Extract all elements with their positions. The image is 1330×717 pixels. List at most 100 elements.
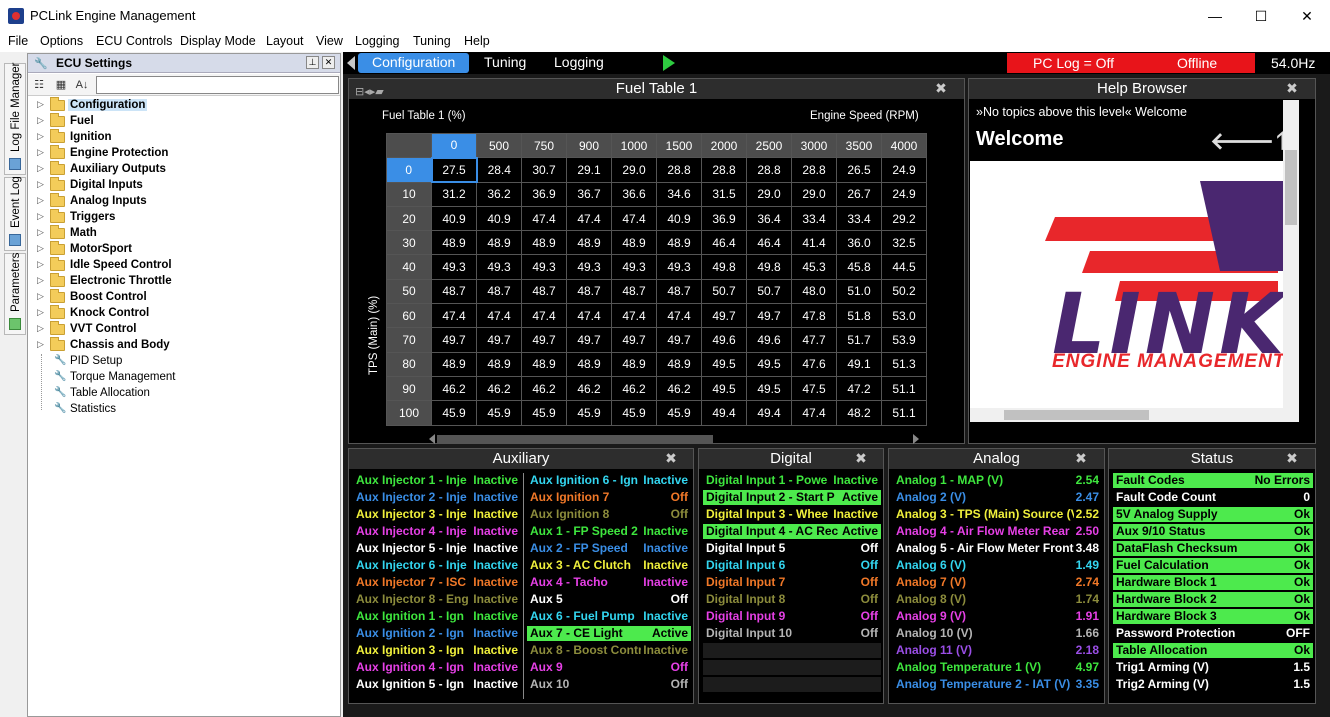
horizontal-scrollbar[interactable]	[429, 434, 919, 444]
fuel-cell[interactable]: 28.4	[476, 157, 522, 183]
fuel-cell[interactable]: 48.9	[521, 230, 567, 256]
rpm-header-cell[interactable]: 0	[431, 132, 477, 159]
fuel-cell[interactable]: 48.7	[566, 278, 612, 305]
tree-folder-row[interactable]: ▷ Digital Inputs	[28, 177, 340, 194]
fuel-cell[interactable]: 33.4	[836, 205, 882, 232]
fuel-cell[interactable]: 51.0	[836, 278, 882, 305]
fuel-cell[interactable]: 49.3	[431, 254, 477, 280]
rpm-header-cell[interactable]: 900	[566, 132, 612, 159]
fuel-cell[interactable]: 48.9	[431, 351, 477, 377]
fuel-table-grid[interactable]: 0 500 750 900 1000 1500 2000 2500 3000 3500 4000 0 2…	[386, 132, 927, 426]
expand-arrow-icon[interactable]: ▷	[37, 243, 44, 254]
fuel-cell[interactable]: 29.0	[746, 181, 792, 207]
fuel-cell[interactable]: 33.4	[791, 205, 837, 232]
tps-header-cell[interactable]: 80	[386, 351, 432, 377]
rpm-header-cell[interactable]: 2500	[746, 132, 792, 159]
tps-header-cell[interactable]: 40	[386, 254, 432, 280]
fuel-cell[interactable]: 49.5	[701, 351, 747, 377]
play-icon[interactable]	[663, 55, 675, 71]
fuel-cell[interactable]: 49.7	[746, 303, 792, 329]
expand-arrow-icon[interactable]: ▷	[37, 163, 44, 174]
tab-tuning[interactable]: Tuning	[470, 53, 540, 73]
fuel-cell[interactable]: 46.2	[431, 375, 477, 402]
expand-arrow-icon[interactable]: ▷	[37, 339, 44, 350]
fuel-cell[interactable]: 48.9	[566, 351, 612, 377]
fuel-cell[interactable]: 50.2	[881, 278, 927, 305]
tree-folder-row[interactable]: ▷ Electronic Throttle	[28, 273, 340, 290]
expand-arrow-icon[interactable]: ▷	[37, 307, 44, 318]
expand-arrow-icon[interactable]: ▷	[37, 291, 44, 302]
fuel-cell[interactable]: 29.1	[566, 157, 612, 183]
rpm-header-cell[interactable]: 750	[521, 132, 567, 159]
menu-display-mode[interactable]: Display Mode	[180, 34, 256, 48]
menu-options[interactable]: Options	[40, 34, 83, 48]
fuel-cell[interactable]: 48.9	[656, 351, 702, 377]
tree-folder-row[interactable]: ▷ Configuration	[28, 97, 340, 114]
tree-folder-row[interactable]: ▷ Idle Speed Control	[28, 257, 340, 274]
fuel-cell[interactable]: 47.4	[611, 303, 657, 329]
fuel-cell[interactable]: 49.1	[836, 351, 882, 377]
tree-folder-row[interactable]: ▷ Ignition	[28, 129, 340, 146]
fuel-cell[interactable]: 24.9	[881, 181, 927, 207]
fuel-cell[interactable]: 51.1	[881, 375, 927, 402]
tree-folder-row[interactable]: ▷ Auxiliary Outputs	[28, 161, 340, 178]
fuel-cell[interactable]: 45.9	[521, 400, 567, 426]
collapse-left-icon[interactable]	[347, 56, 355, 70]
fuel-cell[interactable]: 48.9	[431, 230, 477, 256]
rpm-header-cell[interactable]: 1500	[656, 132, 702, 159]
fuel-cell[interactable]: 49.8	[701, 254, 747, 280]
fuel-cell[interactable]: 49.7	[521, 327, 567, 353]
expand-arrow-icon[interactable]: ▷	[37, 211, 44, 222]
fuel-cell[interactable]: 44.5	[881, 254, 927, 280]
tree-folder-row[interactable]: ▷ VVT Control	[28, 321, 340, 338]
tree-folder-row[interactable]: ▷ MotorSport	[28, 241, 340, 258]
tps-header-cell[interactable]: 70	[386, 327, 432, 353]
fuel-cell[interactable]: 49.7	[476, 327, 522, 353]
fuel-cell[interactable]: 51.3	[881, 351, 927, 377]
expand-arrow-icon[interactable]: ▷	[37, 99, 44, 110]
fuel-cell[interactable]: 49.6	[701, 327, 747, 353]
fuel-cell[interactable]: 49.7	[656, 327, 702, 353]
fuel-cell[interactable]: 45.8	[836, 254, 882, 280]
rpm-header-cell[interactable]: 4000	[881, 132, 927, 159]
close-panel-icon[interactable]: ✖	[854, 451, 868, 465]
tree-folder-row[interactable]: ▷ Knock Control	[28, 305, 340, 322]
expand-arrow-icon[interactable]: ▷	[37, 195, 44, 206]
fuel-cell[interactable]: 49.4	[701, 400, 747, 426]
fuel-cell[interactable]: 48.7	[476, 278, 522, 305]
tree-folder-row[interactable]: ▷ Engine Protection	[28, 145, 340, 162]
fuel-cell[interactable]: 47.4	[521, 205, 567, 232]
close-panel-icon[interactable]: ✕	[322, 56, 335, 69]
fuel-cell[interactable]: 49.6	[746, 327, 792, 353]
tps-header-cell[interactable]: 20	[386, 205, 432, 232]
fuel-cell[interactable]: 26.7	[836, 181, 882, 207]
fuel-cell[interactable]: 47.8	[791, 303, 837, 329]
fuel-cell[interactable]: 47.6	[791, 351, 837, 377]
fuel-cell[interactable]: 49.7	[611, 327, 657, 353]
fuel-cell[interactable]: 45.9	[476, 400, 522, 426]
fuel-cell[interactable]: 45.9	[611, 400, 657, 426]
tab-parameters[interactable]: Parameters	[4, 253, 26, 335]
fuel-cell[interactable]: 48.2	[836, 400, 882, 426]
fuel-cell[interactable]: 45.3	[791, 254, 837, 280]
tps-header-cell[interactable]: 50	[386, 278, 432, 305]
tree-folder-row[interactable]: ▷ Boost Control	[28, 289, 340, 306]
tree-folder-row[interactable]: ▷ Math	[28, 225, 340, 242]
fuel-cell[interactable]: 46.4	[701, 230, 747, 256]
fuel-cell[interactable]: 45.9	[431, 400, 477, 426]
expand-arrow-icon[interactable]: ▷	[37, 115, 44, 126]
fuel-cell[interactable]: 46.2	[611, 375, 657, 402]
fuel-cell[interactable]: 51.1	[881, 400, 927, 426]
fuel-cell[interactable]: 29.0	[791, 181, 837, 207]
tree-item-row[interactable]: 🔧 Statistics	[28, 402, 340, 418]
fuel-cell[interactable]: 46.2	[656, 375, 702, 402]
fuel-cell[interactable]: 48.9	[611, 351, 657, 377]
vertical-scrollbar[interactable]	[1283, 100, 1299, 422]
close-panel-icon[interactable]: ✖	[934, 81, 948, 95]
expand-arrow-icon[interactable]: ▷	[37, 179, 44, 190]
sort-az-icon[interactable]: A↓	[73, 77, 91, 93]
tab-logging[interactable]: Logging	[540, 53, 618, 73]
fuel-cell[interactable]: 47.4	[476, 303, 522, 329]
tps-header-cell[interactable]: 90	[386, 375, 432, 402]
expand-arrow-icon[interactable]: ▷	[37, 259, 44, 270]
